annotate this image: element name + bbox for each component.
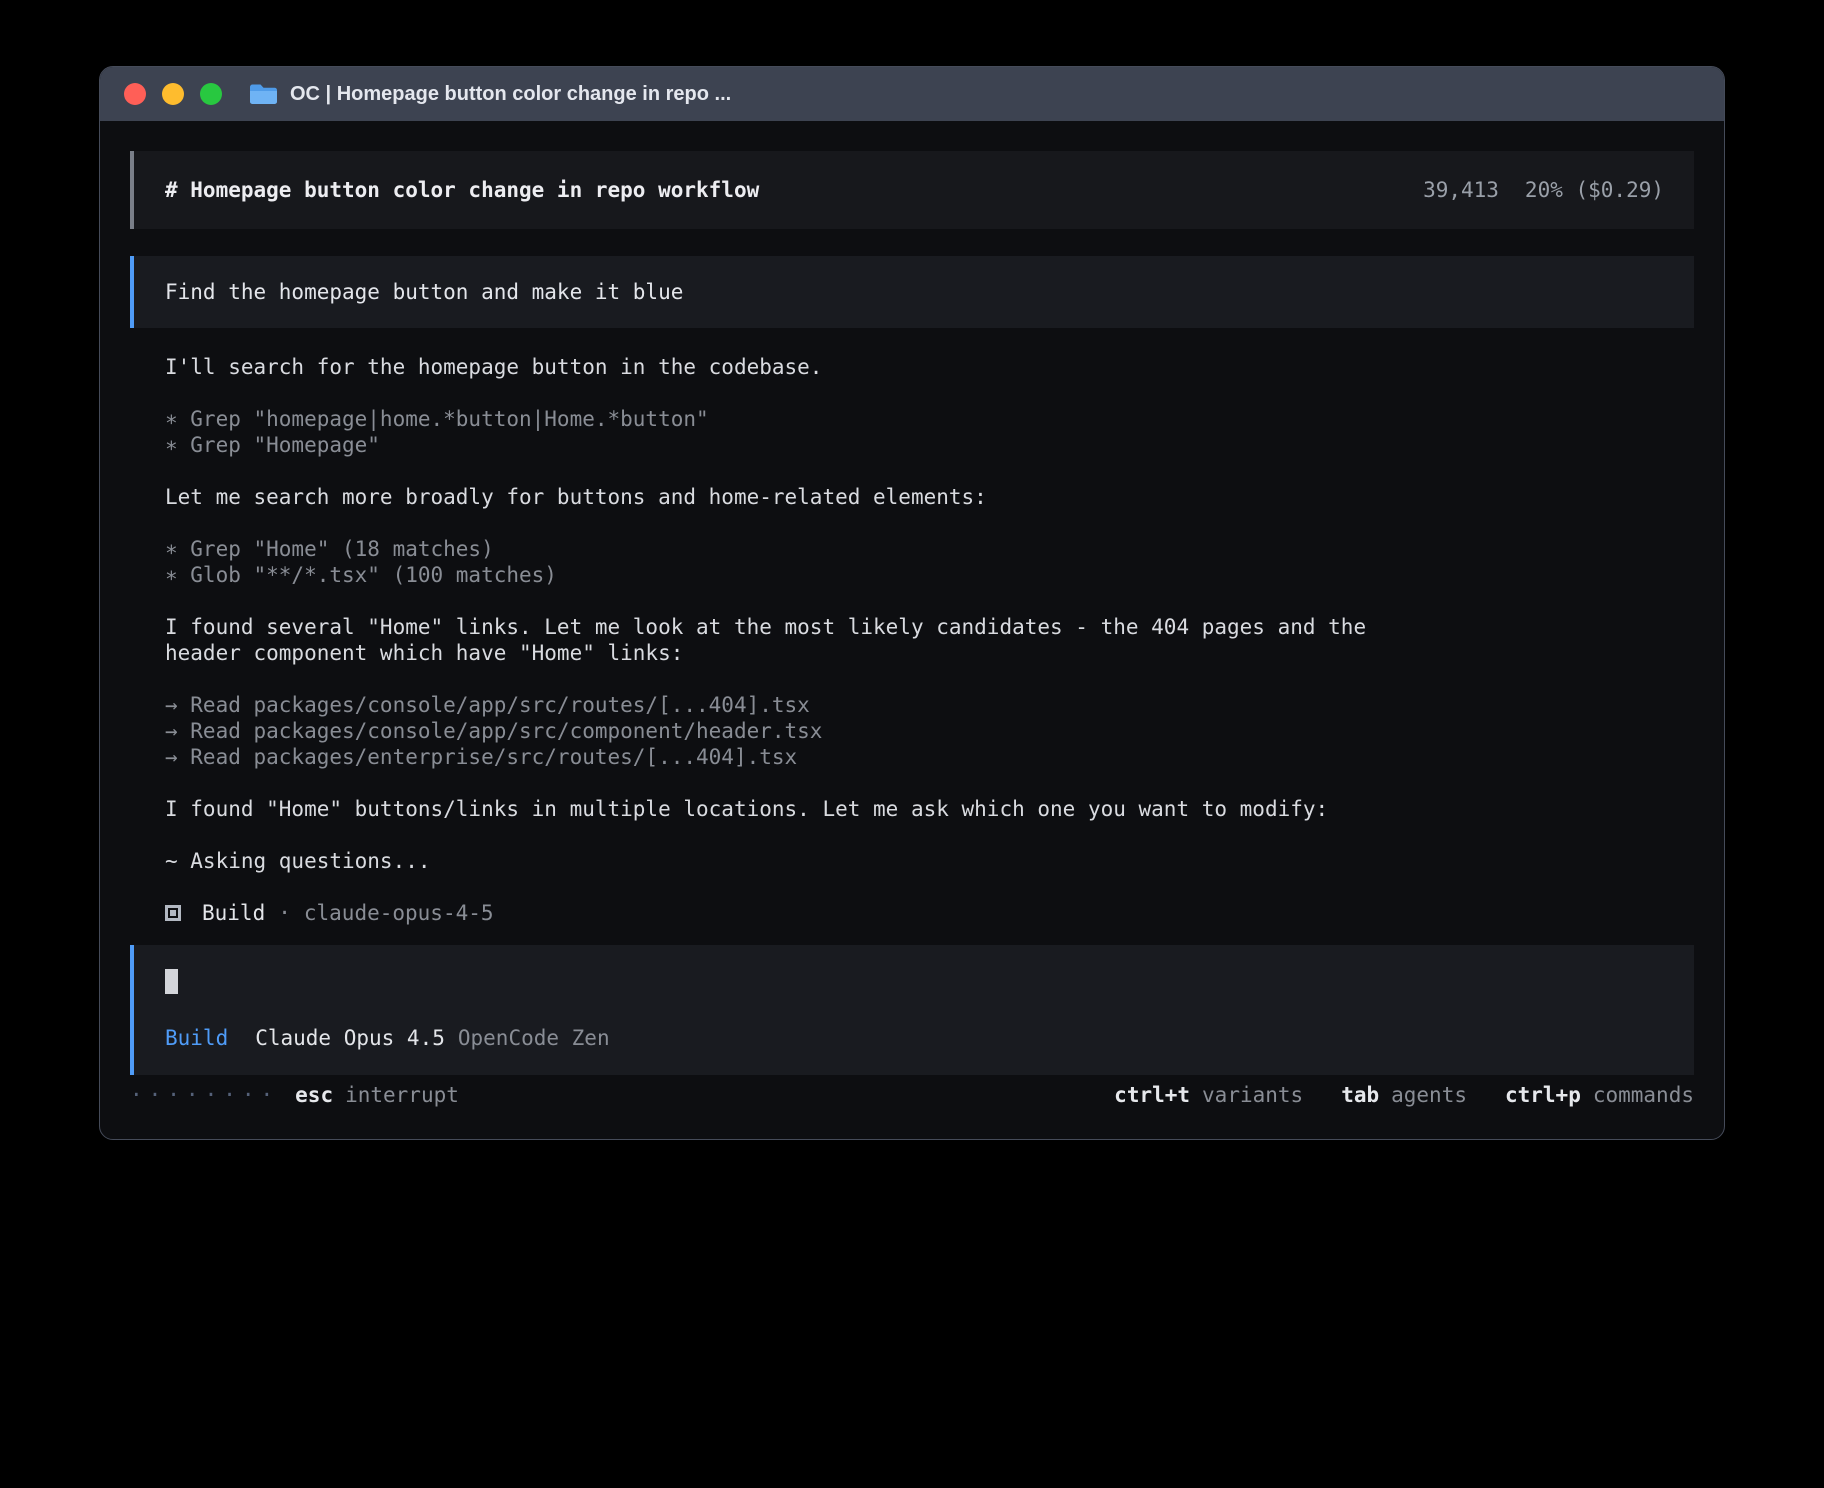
tool-call-line: → Read packages/enterprise/src/routes/[.… <box>165 744 1410 770</box>
folder-icon <box>248 82 278 106</box>
status-bar: ········ esc interrupt ctrl+t variants t… <box>130 1082 1694 1108</box>
minimize-button[interactable] <box>162 83 184 105</box>
traffic-lights <box>124 83 222 105</box>
agent-status-row: Build · claude-opus-4-5 <box>165 900 1694 926</box>
tool-call-line: ∗ Glob "**/*.tsx" (100 matches) <box>165 562 1410 588</box>
prompt-mode[interactable]: Build <box>165 1025 228 1051</box>
tool-call-line: → Read packages/console/app/src/routes/[… <box>165 692 1410 718</box>
tool-call-line: ∗ Grep "Homepage" <box>165 432 1410 458</box>
agent-model: claude-opus-4-5 <box>304 900 494 926</box>
token-count: 39,413 <box>1423 177 1499 203</box>
agent-separator: · <box>278 900 291 926</box>
message-line: I'll search for the homepage button in t… <box>165 354 1410 380</box>
session-header: # Homepage button color change in repo w… <box>130 151 1694 229</box>
tool-calls: → Read packages/console/app/src/routes/[… <box>165 692 1410 770</box>
agent-build-icon <box>165 905 181 921</box>
progress-dots-icon: ········ <box>130 1082 279 1108</box>
hint-label: agents <box>1391 1082 1467 1108</box>
context-cost: 20% ($0.29) <box>1525 177 1664 203</box>
tool-call-line: ∗ Grep "homepage|home.*button|Home.*butt… <box>165 406 1410 432</box>
prompt-meta: Build Claude Opus 4.5 OpenCode Zen <box>165 1025 1663 1051</box>
assistant-status-text: ~ Asking questions... <box>165 848 1410 874</box>
assistant-text: I'll search for the homepage button in t… <box>165 354 1410 380</box>
hint-key: ctrl+t <box>1114 1082 1190 1108</box>
terminal-window: OC | Homepage button color change in rep… <box>99 66 1725 1140</box>
assistant-text: I found "Home" buttons/links in multiple… <box>165 796 1410 822</box>
zoom-button[interactable] <box>200 83 222 105</box>
hint-agents: tab agents <box>1341 1082 1467 1108</box>
hint-commands: ctrl+p commands <box>1505 1082 1694 1108</box>
window-title: OC | Homepage button color change in rep… <box>290 83 731 106</box>
user-message: Find the homepage button and make it blu… <box>130 256 1694 328</box>
message-line: I found several "Home" links. Let me loo… <box>165 614 1410 666</box>
message-line: Let me search more broadly for buttons a… <box>165 484 1410 510</box>
titlebar-title-group: OC | Homepage button color change in rep… <box>248 82 731 106</box>
tool-calls: ∗ Grep "homepage|home.*button|Home.*butt… <box>165 406 1410 458</box>
prompt-input[interactable]: Build Claude Opus 4.5 OpenCode Zen <box>130 945 1694 1075</box>
assistant-text: I found several "Home" links. Let me loo… <box>165 614 1410 666</box>
status-bar-left: ········ esc interrupt <box>130 1082 459 1108</box>
prompt-model: Claude Opus 4.5 <box>255 1025 445 1051</box>
tool-call-line: → Read packages/console/app/src/componen… <box>165 718 1410 744</box>
conversation: I'll search for the homepage button in t… <box>165 354 1410 874</box>
user-message-text: Find the homepage button and make it blu… <box>165 279 683 305</box>
assistant-text: Let me search more broadly for buttons a… <box>165 484 1410 510</box>
session-title: # Homepage button color change in repo w… <box>165 177 759 203</box>
hint-label: variants <box>1202 1082 1303 1108</box>
hint-variants: ctrl+t variants <box>1114 1082 1303 1108</box>
hint-key: tab <box>1341 1082 1379 1108</box>
message-line: I found "Home" buttons/links in multiple… <box>165 796 1410 822</box>
hint-label: commands <box>1593 1082 1694 1108</box>
close-button[interactable] <box>124 83 146 105</box>
interrupt-label: interrupt <box>345 1082 459 1108</box>
tool-calls: ∗ Grep "Home" (18 matches) ∗ Glob "**/*.… <box>165 536 1410 588</box>
text-cursor <box>165 969 178 994</box>
window-titlebar[interactable]: OC | Homepage button color change in rep… <box>100 67 1724 121</box>
desktop-background: OC | Homepage button color change in rep… <box>0 0 1824 1488</box>
agent-name: Build <box>202 900 265 926</box>
hint-key: ctrl+p <box>1505 1082 1581 1108</box>
prompt-provider: OpenCode Zen <box>458 1025 610 1051</box>
interrupt-key: esc <box>295 1082 333 1108</box>
session-stats: 39,413 20% ($0.29) <box>1423 177 1664 203</box>
message-line: ~ Asking questions... <box>165 848 1410 874</box>
status-bar-hints: ctrl+t variants tab agents ctrl+p comman… <box>1114 1082 1694 1108</box>
terminal-content: # Homepage button color change in repo w… <box>100 121 1724 1139</box>
tool-call-line: ∗ Grep "Home" (18 matches) <box>165 536 1410 562</box>
